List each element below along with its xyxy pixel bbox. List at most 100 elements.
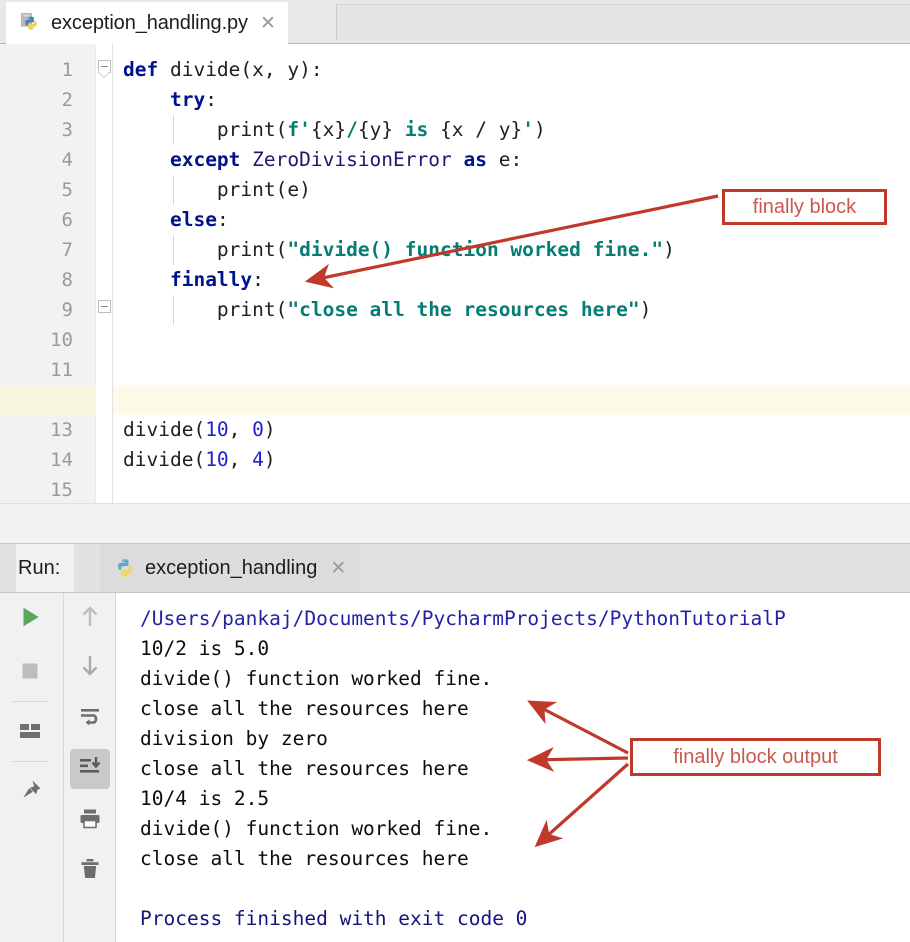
pycharm-window: exception_handling.py ✕ 1234567891011121…	[0, 0, 910, 942]
editor-tab-exception-handling[interactable]: exception_handling.py ✕	[6, 2, 288, 44]
toolbar-divider	[12, 701, 48, 702]
code-token: )	[640, 298, 652, 321]
code-line[interactable]: finally:	[123, 265, 264, 295]
annotation-finally-block-output-label: finally block output	[673, 746, 838, 769]
code-token: divide(	[123, 418, 205, 441]
stop-icon	[18, 659, 42, 688]
editor-bottom-band	[0, 503, 910, 544]
code-line[interactable]: else:	[123, 205, 229, 235]
scroll-to-end-icon	[77, 754, 103, 785]
code-token: divide(	[123, 448, 205, 471]
indent-guide	[173, 235, 174, 265]
code-token: is	[393, 118, 440, 141]
code-token: def	[123, 58, 158, 81]
indent-guide	[173, 295, 174, 325]
code-line[interactable]: def divide(x, y):	[123, 55, 323, 85]
line-number: 3	[13, 115, 73, 145]
code-line[interactable]: except ZeroDivisionError as e:	[123, 145, 522, 175]
code-token: print(	[123, 118, 287, 141]
editor-fold-strip[interactable]	[97, 44, 113, 510]
scroll-to-end-button[interactable]	[70, 749, 110, 789]
layout-icon	[17, 718, 43, 749]
line-number: 10	[13, 325, 73, 355]
console-line: 10/2 is 5.0	[140, 634, 269, 664]
code-token: print(	[123, 238, 287, 261]
pin-icon	[17, 778, 43, 809]
print-button[interactable]	[70, 801, 110, 841]
code-token: else	[170, 208, 217, 231]
close-icon[interactable]: ✕	[330, 559, 346, 578]
code-token: )	[534, 118, 546, 141]
python-file-icon	[20, 12, 42, 34]
arrow-up-icon	[77, 604, 103, 635]
line-number: 2	[13, 85, 73, 115]
down-button[interactable]	[70, 647, 110, 687]
code-text-area[interactable]: def divide(x, y): try: print(f'{x}/{y} i…	[113, 44, 910, 510]
line-number: 8	[13, 265, 73, 295]
layout-button[interactable]	[10, 713, 50, 753]
soft-wrap-icon	[77, 704, 103, 735]
console-link-line[interactable]: /Users/pankaj/Documents/PycharmProjects/…	[140, 604, 786, 634]
annotation-finally-block-label: finally block	[753, 196, 856, 219]
run-toolbar-left	[0, 593, 64, 942]
line-number: 5	[13, 175, 73, 205]
code-token: :	[252, 268, 264, 291]
code-token	[123, 88, 170, 111]
stop-button[interactable]	[10, 653, 50, 693]
console-line: 10/4 is 2.5	[140, 784, 269, 814]
annotation-finally-block-output: finally block output	[630, 738, 881, 776]
line-number: 15	[13, 475, 73, 505]
code-token: "close all the resources here"	[287, 298, 639, 321]
up-button[interactable]	[70, 599, 110, 639]
toolbar-divider	[12, 761, 48, 762]
close-icon[interactable]: ✕	[260, 14, 276, 33]
console-line: close all the resources here	[140, 694, 469, 724]
editor-tab-label: exception_handling.py	[51, 12, 248, 35]
line-number: 14	[13, 445, 73, 475]
arrow-down-icon	[77, 652, 103, 683]
code-token: except	[170, 148, 240, 171]
run-button[interactable]	[10, 599, 50, 639]
line-number: 9	[13, 295, 73, 325]
console-line: divide() function worked fine.	[140, 814, 492, 844]
code-token: 10	[205, 448, 228, 471]
current-line-highlight	[113, 385, 910, 415]
line-number: 6	[13, 205, 73, 235]
tab-strip-empty-area	[336, 4, 910, 40]
code-token: e:	[487, 148, 522, 171]
code-token	[123, 268, 170, 291]
printer-icon	[77, 806, 103, 837]
code-token: :	[217, 208, 229, 231]
run-tab-exception-handling[interactable]: exception_handling ✕	[100, 544, 360, 592]
indent-guide	[173, 115, 174, 145]
run-tab-strip-empty	[413, 544, 910, 592]
code-editor[interactable]: 123456789101112131415 def divide(x, y): …	[0, 44, 910, 510]
current-line-gutter-highlight	[0, 385, 96, 415]
editor-gutter[interactable]: 123456789101112131415	[0, 44, 96, 510]
code-token: f'	[287, 118, 310, 141]
code-token: print(e)	[123, 178, 311, 201]
code-token: ,	[229, 418, 252, 441]
code-token: {y}	[358, 118, 393, 141]
code-line[interactable]: try:	[123, 85, 217, 115]
clear-all-button[interactable]	[70, 851, 110, 891]
code-line[interactable]: divide(10, 0)	[123, 415, 276, 445]
code-fold-toggle[interactable]	[98, 300, 111, 313]
line-number: 1	[13, 55, 73, 85]
code-token: 4	[252, 448, 264, 471]
code-token: print(	[123, 298, 287, 321]
code-line[interactable]: divide(10, 4)	[123, 445, 276, 475]
code-token	[123, 208, 170, 231]
console-line: division by zero	[140, 724, 328, 754]
soft-wrap-button[interactable]	[70, 699, 110, 739]
code-line[interactable]: print("close all the resources here")	[123, 295, 651, 325]
code-line[interactable]: print("divide() function worked fine.")	[123, 235, 675, 265]
console-line: Process finished with exit code 0	[140, 904, 527, 934]
code-line[interactable]: print(e)	[123, 175, 311, 205]
pin-tab-button[interactable]	[10, 773, 50, 813]
code-token: )	[663, 238, 675, 261]
code-token: )	[264, 418, 276, 441]
run-tab-label: exception_handling	[145, 557, 317, 580]
code-line[interactable]: print(f'{x}/{y} is {x / y}')	[123, 115, 546, 145]
code-token: divide(x, y):	[158, 58, 322, 81]
